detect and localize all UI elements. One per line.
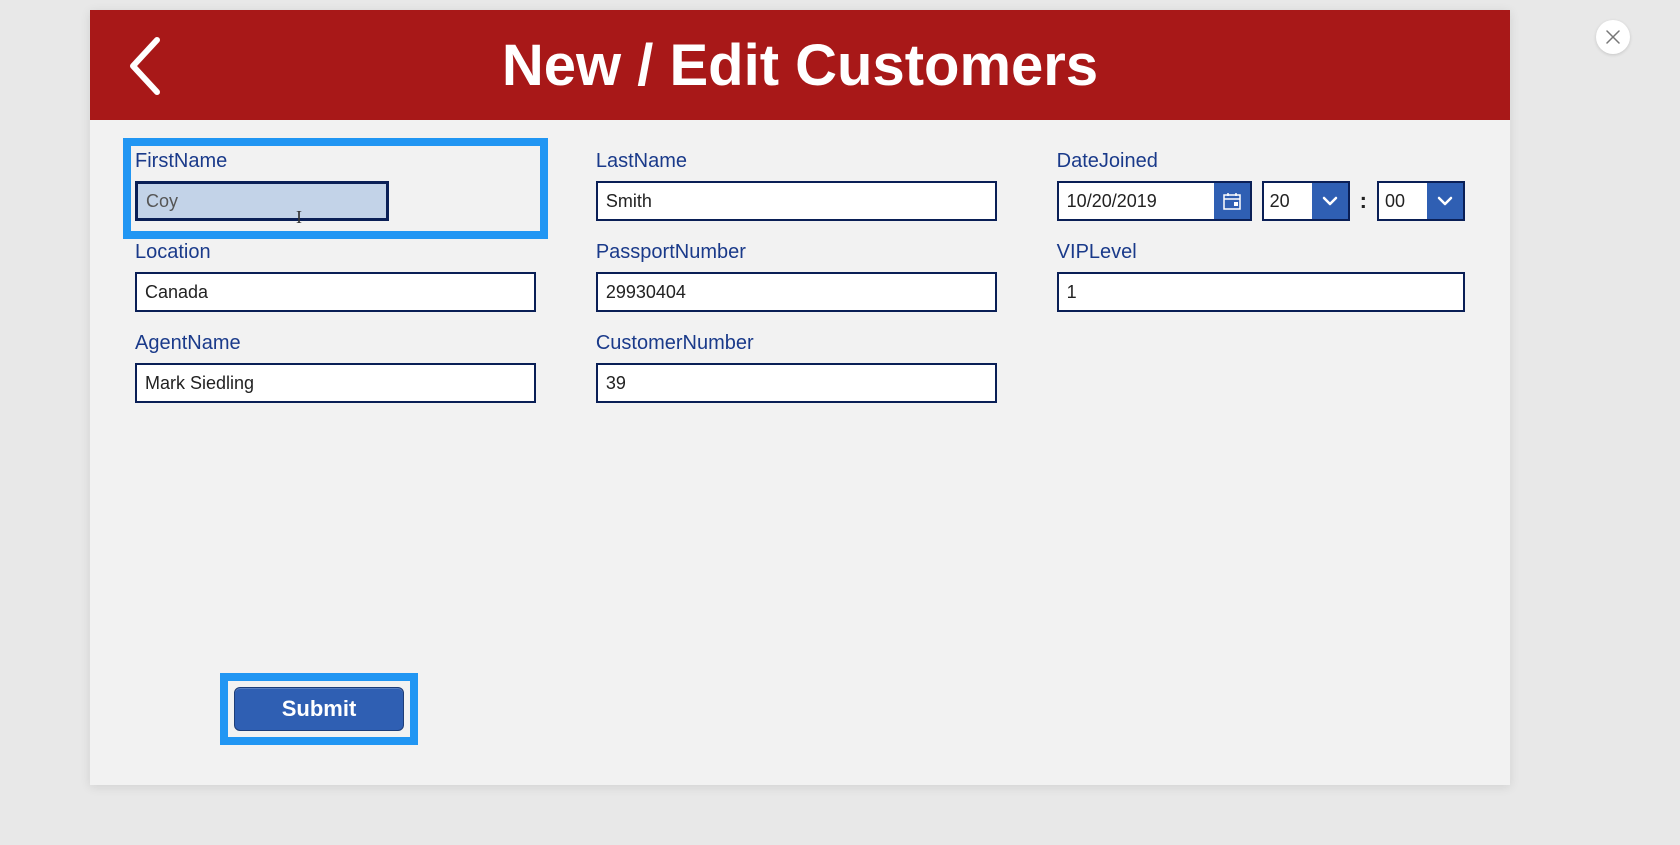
minute-text: 00 [1379,183,1427,219]
field-location: Location [135,241,536,312]
field-passportnumber: PassportNumber [596,241,997,312]
viplevel-input[interactable] [1057,272,1465,312]
minute-select[interactable]: 00 [1377,181,1465,221]
customernumber-input[interactable] [596,363,997,403]
page-title: New / Edit Customers [502,32,1098,99]
datejoined-controls: 10/20/2019 20 [1057,181,1465,221]
agentname-input[interactable] [135,363,536,403]
date-picker[interactable]: 10/20/2019 [1057,181,1252,221]
datejoined-label: DateJoined [1057,150,1465,173]
page-container: New / Edit Customers FirstName LastName … [90,10,1510,785]
hour-text: 20 [1264,183,1312,219]
field-viplevel: VIPLevel [1057,241,1465,312]
hour-select[interactable]: 20 [1262,181,1350,221]
submit-button[interactable]: Submit [234,687,404,731]
field-firstname: FirstName [135,150,536,221]
agentname-label: AgentName [135,332,536,355]
field-datejoined: DateJoined 10/20/2019 2 [1057,150,1465,221]
calendar-icon [1223,192,1241,210]
close-icon [1606,30,1620,44]
back-button[interactable] [125,34,165,103]
chevron-down-icon [1322,195,1338,207]
form-grid: FirstName LastName DateJoined 10/20/2019 [90,120,1510,403]
field-customernumber: CustomerNumber [596,332,997,403]
firstname-highlight: FirstName [123,138,548,239]
customernumber-label: CustomerNumber [596,332,997,355]
location-label: Location [135,241,536,264]
firstname-label: FirstName [135,150,536,173]
minute-chevron-button[interactable] [1427,183,1463,219]
passportnumber-label: PassportNumber [596,241,997,264]
header-bar: New / Edit Customers [90,10,1510,120]
submit-highlight: Submit [220,673,418,745]
calendar-button[interactable] [1214,183,1250,219]
location-input[interactable] [135,272,536,312]
viplevel-label: VIPLevel [1057,241,1465,264]
hour-chevron-button[interactable] [1312,183,1348,219]
field-agentname: AgentName [135,332,536,403]
lastname-label: LastName [596,150,997,173]
chevron-down-icon [1437,195,1453,207]
close-button[interactable] [1596,20,1630,54]
firstname-input[interactable] [135,181,389,221]
lastname-input[interactable] [596,181,997,221]
date-text: 10/20/2019 [1059,183,1214,219]
chevron-left-icon [125,34,165,98]
field-lastname: LastName [596,150,997,221]
passportnumber-input[interactable] [596,272,997,312]
time-separator: : [1360,188,1367,214]
